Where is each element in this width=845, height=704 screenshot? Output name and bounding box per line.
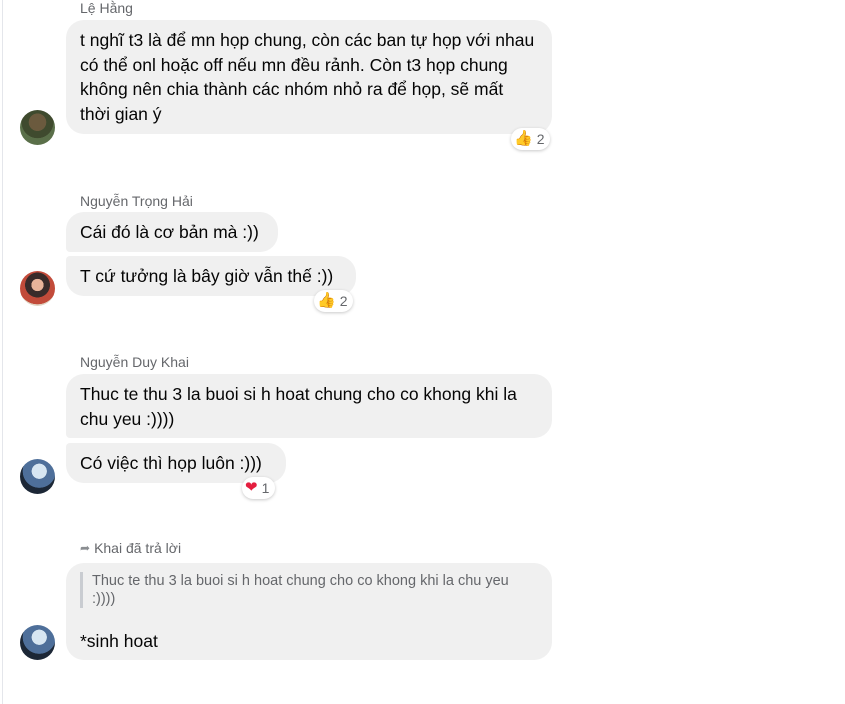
- avatar[interactable]: [20, 271, 55, 306]
- thumbs-up-icon: 👍: [317, 292, 336, 309]
- message-bubble[interactable]: T cứ tưởng là bây giờ vẫn thế :)): [66, 256, 356, 296]
- avatar[interactable]: [20, 110, 55, 145]
- sender-name: Nguyễn Duy Khai: [80, 354, 189, 370]
- reaction-badge[interactable]: ❤ 1: [242, 477, 276, 499]
- reaction-badge[interactable]: 👍 2: [511, 128, 551, 150]
- message-bubble[interactable]: Thuc te thu 3 la buoi si h hoat chung ch…: [66, 374, 552, 438]
- avatar[interactable]: [20, 459, 55, 494]
- reply-arrow-icon: ➦: [80, 541, 91, 555]
- quoted-message[interactable]: Thuc te thu 3 la buoi si h hoat chung ch…: [80, 572, 534, 608]
- reaction-count: 2: [536, 131, 545, 147]
- avatar[interactable]: [20, 625, 55, 660]
- red-heart-icon: ❤: [245, 479, 258, 496]
- conversation-left-border: [2, 0, 3, 704]
- message-bubble[interactable]: t nghĩ t3 là để mn họp chung, còn các ba…: [66, 20, 552, 134]
- thumbs-up-icon: 👍: [514, 130, 533, 147]
- message-bubble[interactable]: Cái đó là cơ bản mà :)): [66, 212, 278, 252]
- reply-header-text: Khai đã trả lời: [94, 540, 182, 556]
- reaction-badge[interactable]: 👍 2: [314, 290, 354, 312]
- sender-name: Nguyễn Trọng Hải: [80, 193, 193, 209]
- reply-header: ➦ Khai đã trả lời: [80, 540, 181, 556]
- reaction-count: 2: [339, 293, 348, 309]
- sender-name: Lệ Hằng: [80, 0, 133, 16]
- reaction-count: 1: [261, 480, 270, 496]
- reply-message-text: *sinh hoat: [80, 631, 158, 651]
